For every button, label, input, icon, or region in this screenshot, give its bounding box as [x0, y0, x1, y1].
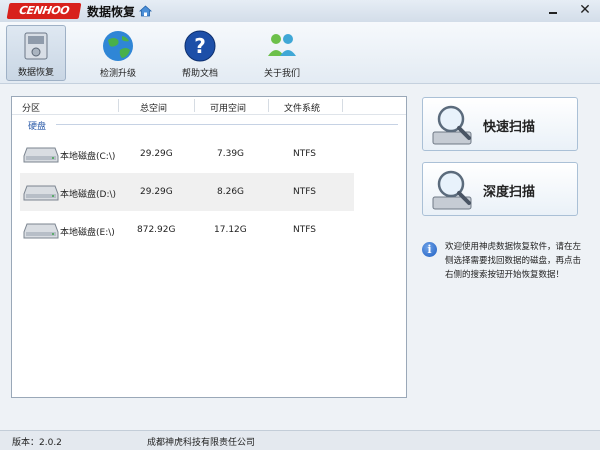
main-toolbar: 数据恢复 检测升级 ? 帮助文档 关于我们 — [0, 22, 600, 84]
column-header-filesystem[interactable]: 文件系统 — [284, 101, 320, 114]
app-title: 数据恢复 — [87, 5, 136, 19]
magnifier-icon — [432, 105, 472, 145]
deep-scan-button[interactable]: 深度扫描 — [422, 162, 578, 216]
svg-text:?: ? — [194, 34, 206, 58]
magnifier-icon — [432, 170, 472, 210]
quick-scan-button[interactable]: 快速扫描 — [422, 97, 578, 151]
about-us-icon — [268, 34, 296, 56]
version-label: 版本：2.0.2 — [12, 438, 62, 448]
partition-row[interactable]: 本地磁盘(E:\) 872.92G 17.12G NTFS — [20, 211, 354, 249]
partition-row[interactable]: 本地磁盘(D:\) 29.29G 8.26G NTFS — [20, 173, 354, 211]
hard-disk-icon — [23, 147, 59, 163]
partition-total: 872.92G — [137, 225, 176, 235]
partition-filesystem: NTFS — [293, 187, 316, 197]
group-divider — [56, 124, 398, 125]
hard-disk-icon — [23, 185, 59, 201]
company-label: 成都神虎科技有限责任公司 — [147, 438, 256, 448]
partition-free: 17.12G — [214, 225, 247, 235]
partition-free: 8.26G — [217, 187, 245, 197]
partition-filesystem: NTFS — [293, 149, 316, 159]
title-bar: CENHOO 数据恢复 ✕ — [0, 0, 600, 22]
partition-name: 本地磁盘(E:\) — [60, 228, 115, 238]
home-icon[interactable] — [139, 5, 152, 17]
column-header-partition[interactable]: 分区 — [22, 101, 40, 114]
hard-disk-icon — [23, 223, 59, 239]
toolbar-label: 帮助文档 — [181, 69, 218, 79]
status-bar: 版本：2.0.2 成都神虎科技有限责任公司 — [0, 430, 600, 450]
column-header-total[interactable]: 总空间 — [140, 101, 167, 114]
help-icon: ? — [184, 30, 216, 62]
column-divider — [342, 99, 343, 112]
partition-list-header: 分区 总空间 可用空间 文件系统 — [12, 97, 406, 115]
column-divider — [118, 99, 119, 112]
deep-scan-label: 深度扫描 — [483, 185, 536, 200]
column-divider — [194, 99, 195, 112]
info-message: 欢迎使用神虎数据恢复软件，请在左侧选择需要找回数据的磁盘，再点击右侧的搜索按钮开… — [445, 242, 582, 280]
partition-row[interactable]: 本地磁盘(C:\) 29.29G 7.39G NTFS — [20, 135, 354, 173]
column-divider — [268, 99, 269, 112]
app-logo: CENHOO — [6, 3, 82, 19]
toolbar-label: 检测升级 — [99, 69, 136, 79]
toolbar-about-button[interactable]: 关于我们 — [252, 25, 312, 81]
quick-scan-label: 快速扫描 — [483, 120, 536, 135]
partition-total: 29.29G — [140, 187, 173, 197]
partition-name: 本地磁盘(D:\) — [60, 190, 117, 200]
toolbar-data-recovery-button[interactable]: 数据恢复 — [6, 25, 66, 81]
partition-name: 本地磁盘(C:\) — [60, 152, 116, 162]
toolbar-help-button[interactable]: ? 帮助文档 — [170, 25, 230, 81]
globe-update-icon — [103, 31, 133, 61]
toolbar-label: 数据恢复 — [17, 68, 54, 78]
minimize-icon[interactable] — [548, 6, 558, 16]
close-icon[interactable]: ✕ — [578, 3, 592, 17]
toolbar-label: 关于我们 — [263, 69, 300, 79]
toolbar-check-update-button[interactable]: 检测升级 — [88, 25, 148, 81]
partition-filesystem: NTFS — [293, 225, 316, 235]
info-icon: i — [422, 242, 437, 257]
partition-list[interactable]: 分区 总空间 可用空间 文件系统 硬盘 本地磁盘(C:\) 29.29G 7.3… — [11, 96, 407, 398]
partition-total: 29.29G — [140, 149, 173, 159]
group-label-hard-disk: 硬盘 — [28, 122, 47, 132]
partition-free: 7.39G — [217, 149, 245, 159]
data-recovery-icon — [24, 32, 48, 60]
column-header-free[interactable]: 可用空间 — [210, 101, 246, 114]
